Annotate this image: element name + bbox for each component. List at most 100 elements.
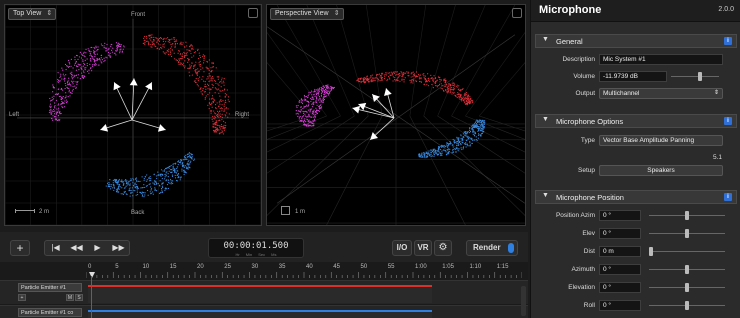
slider-knob[interactable] <box>649 247 653 256</box>
disclosure-triangle-icon[interactable]: ▼ <box>542 36 549 43</box>
position-row-field[interactable]: 0 ° <box>599 228 641 239</box>
ruler-tick-label: 30 <box>251 264 259 270</box>
setup-label: Setup <box>578 167 595 174</box>
tc-unit-ms: Ms <box>271 252 277 257</box>
inspector-header: Microphone 2.0.0 <box>531 0 740 22</box>
slider-knob[interactable] <box>685 283 689 292</box>
description-field[interactable]: Mic System #1 <box>599 54 723 65</box>
chevron-updown-icon: ⇕ <box>46 10 53 17</box>
to-start-button[interactable]: |◀ <box>45 241 66 255</box>
position-row-label: Elev <box>582 230 595 237</box>
vr-button[interactable]: VR <box>414 240 432 256</box>
slider-knob[interactable] <box>698 72 703 81</box>
ruler-tick-label: 1:10 <box>469 264 482 270</box>
output-value: Multichannel <box>603 90 640 97</box>
chevron-updown-icon: ⇕ <box>713 90 719 96</box>
render-button[interactable]: Render <box>466 240 518 256</box>
type-select[interactable]: Vector Base Amplitude Panning <box>599 135 723 146</box>
position-row-slider[interactable] <box>649 210 725 221</box>
mute-button[interactable]: M <box>66 294 74 301</box>
info-icon[interactable]: i <box>724 193 732 201</box>
persp-grid-line <box>423 115 525 216</box>
render-toggle[interactable] <box>508 243 514 253</box>
speaker-arrow-fr-head <box>384 88 392 96</box>
info-icon[interactable]: i <box>724 37 732 45</box>
slider-knob[interactable] <box>685 211 689 220</box>
scale-label: 2 m <box>39 209 50 215</box>
add-button[interactable]: + <box>10 240 30 256</box>
speakers-button[interactable]: Speakers <box>599 165 723 176</box>
track-expand-button[interactable]: + <box>18 294 26 301</box>
fast-forward-button[interactable]: ▶▶ <box>108 241 129 255</box>
io-button[interactable]: I/O <box>392 240 412 256</box>
section-options-header[interactable]: ▼ Microphone Options i <box>535 114 737 128</box>
persp-grid-line <box>409 115 466 225</box>
slider-knob[interactable] <box>685 229 689 238</box>
ruler-tick-label: 10 <box>142 264 150 270</box>
position-row-field[interactable]: 0 ° <box>599 264 641 275</box>
timeline[interactable]: 0 5 10 15 20 25 30 35 40 45 50 55 1:00 1:05 1:10 1:15 P… <box>0 262 528 318</box>
position-row-slider[interactable] <box>649 246 725 257</box>
ruler-tick-label: 1:05 <box>442 264 454 270</box>
track-row[interactable]: Particle Emitter #1 co <box>0 305 528 318</box>
position-row-label: Position Azim <box>555 212 595 219</box>
timecode-units: Hr Min Sec Ms <box>209 252 303 257</box>
volume-field[interactable]: -11.9739 dB <box>599 71 667 82</box>
type-value: Vector Base Amplitude Panning <box>603 137 695 144</box>
volume-slider[interactable] <box>671 71 719 82</box>
top-view-canvas <box>5 5 261 225</box>
disclosure-triangle-icon[interactable]: ▼ <box>542 116 549 123</box>
position-row-slider[interactable] <box>649 228 725 239</box>
perspective-view-selector[interactable]: Perspective View ⇕ <box>270 8 344 20</box>
speaker-arrow-c-head <box>129 78 138 86</box>
position-row-slider[interactable] <box>649 300 725 311</box>
disclosure-triangle-icon[interactable]: ▼ <box>542 192 549 199</box>
section-general-header[interactable]: ▼ General i <box>535 34 737 48</box>
position-row-field[interactable]: 0 ° <box>599 300 641 311</box>
persp-grid-line <box>267 31 327 117</box>
position-row-slider[interactable] <box>649 264 725 275</box>
solo-button[interactable]: S <box>75 294 83 301</box>
transport-bar: + |◀ ◀◀ ▶ ▶▶ 00:00:01.500 Hr Min Sec Ms … <box>0 232 528 262</box>
timeline-scrollbar[interactable] <box>521 286 526 316</box>
info-icon[interactable]: i <box>724 117 732 125</box>
top-view-selector[interactable]: Top View ⇕ <box>8 8 57 20</box>
position-row-label: Roll <box>583 302 595 309</box>
slider-knob[interactable] <box>685 301 689 310</box>
position-row-label: Dist <box>583 248 595 255</box>
track-row[interactable]: Particle Emitter #1 + M S <box>0 280 528 304</box>
output-select[interactable]: Multichannel ⇕ <box>599 88 723 99</box>
position-row-slider[interactable] <box>649 282 725 293</box>
position-row-label: Elevation <box>568 284 595 291</box>
track-clip[interactable] <box>88 285 432 303</box>
scale-bar <box>15 209 35 213</box>
ruler-tick-label: 20 <box>197 264 204 270</box>
expand-icon[interactable] <box>248 8 258 18</box>
position-row-field[interactable]: 0 ° <box>599 282 641 293</box>
track-clip[interactable] <box>88 310 432 318</box>
ruler-tick-label: 1:15 <box>496 264 509 270</box>
perspective-view-viewport[interactable]: Perspective View ⇕ 1 m <box>266 4 526 226</box>
position-row-field[interactable]: 0 m <box>599 246 641 257</box>
section-title: Microphone Position <box>556 193 624 202</box>
track-name[interactable]: Particle Emitter #1 <box>18 283 82 292</box>
speaker-arrow-sr-head <box>157 124 166 132</box>
play-button[interactable]: ▶ <box>87 241 108 255</box>
top-view-viewport[interactable]: Top View ⇕ Front Back Left Right 2 m <box>4 4 262 226</box>
front-label: Front <box>131 12 146 18</box>
persp-grid-line <box>437 115 525 174</box>
section-title: General <box>556 37 583 46</box>
rewind-button[interactable]: ◀◀ <box>66 241 87 255</box>
left-label: Left <box>9 112 20 118</box>
inspector-title: Microphone <box>539 4 602 16</box>
ruler-tick-label: 1:00 <box>415 264 427 270</box>
gear-icon[interactable]: ⚙ <box>434 240 452 256</box>
perspective-view-title: Perspective View <box>275 10 329 17</box>
slider-knob[interactable] <box>685 265 689 274</box>
playhead[interactable] <box>91 276 92 318</box>
expand-icon[interactable] <box>512 8 522 18</box>
track-name[interactable]: Particle Emitter #1 co <box>18 308 82 317</box>
position-row-field[interactable]: 0 ° <box>599 210 641 221</box>
render-label: Render <box>473 243 501 252</box>
section-position-header[interactable]: ▼ Microphone Position i <box>535 190 737 204</box>
